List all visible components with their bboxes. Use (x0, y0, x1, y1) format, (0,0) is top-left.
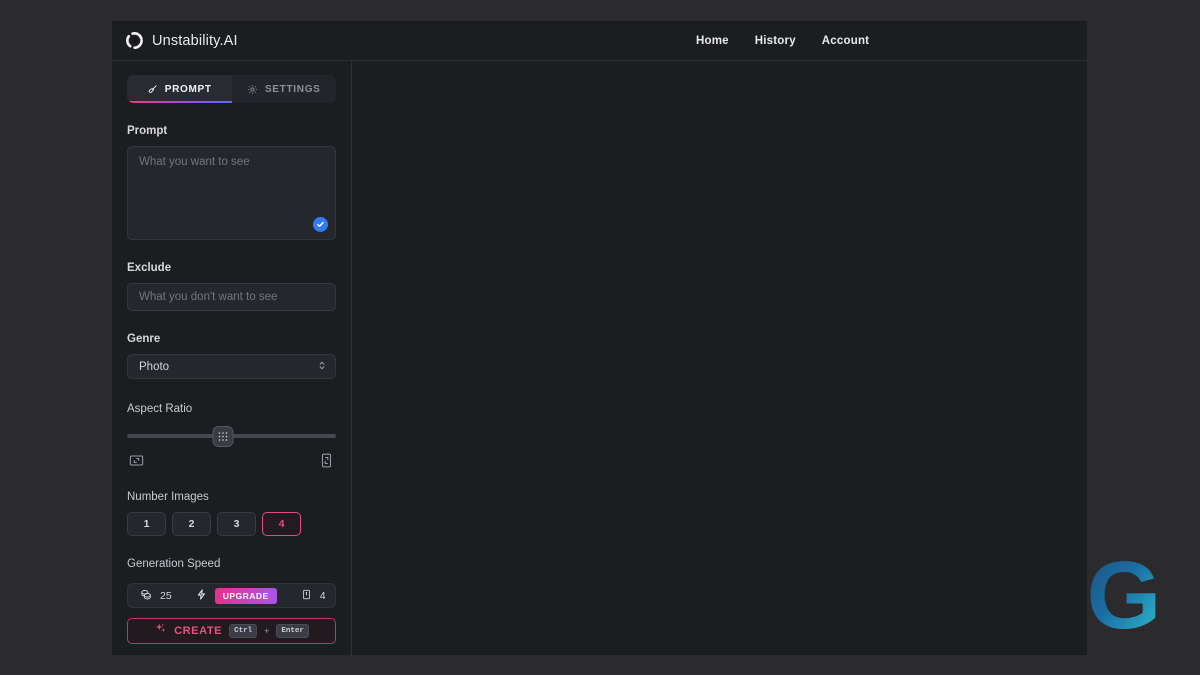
credits-value: 25 (160, 589, 172, 602)
watermark-letter: G (1087, 546, 1162, 649)
tab-settings[interactable]: SETTINGS (232, 75, 337, 103)
genre-label: Genre (127, 333, 161, 345)
shortcut-key-enter: Enter (276, 624, 309, 638)
create-button-label: CREATE (174, 625, 223, 637)
number-images-group: Number Images 1 2 3 4 (127, 491, 336, 536)
sparkles-icon (154, 622, 167, 640)
number-images-label: Number Images (127, 491, 209, 503)
aspect-ratio-endpoints (127, 453, 336, 473)
nav-link-account[interactable]: Account (822, 35, 869, 47)
image-canvas-area[interactable] (352, 61, 1087, 655)
exclude-field-group: Exclude What you don't want to see (127, 262, 336, 311)
card-icon (301, 587, 312, 605)
number-images-option-2[interactable]: 2 (172, 512, 211, 536)
number-images-option-1[interactable]: 1 (127, 512, 166, 536)
chevron-updown-icon (318, 358, 326, 376)
tab-prompt[interactable]: PROMPT (127, 75, 232, 103)
prompt-field-group: Prompt What you want to see (127, 125, 336, 240)
generation-speed-label: Generation Speed (127, 558, 221, 570)
shortcut-plus: + (264, 626, 270, 636)
genre-selected-value: Photo (139, 360, 170, 373)
app-window: Unstability.AI Home History Account PROM… (112, 21, 1087, 655)
watermark-logo: G (1087, 546, 1162, 649)
number-images-option-4[interactable]: 4 (262, 512, 301, 536)
prompt-label: Prompt (127, 125, 168, 137)
bottom-dock: 25 UPGRADE 4 CREATE Ctrl + Enter (112, 576, 351, 655)
app-header: Unstability.AI Home History Account (112, 21, 1087, 61)
aspect-ratio-group: Aspect Ratio (127, 403, 336, 473)
grid-dots-icon (218, 431, 228, 441)
aspect-ratio-slider[interactable] (127, 424, 336, 448)
cards-value: 4 (319, 589, 326, 602)
exclude-label: Exclude (127, 262, 172, 274)
genre-field-group: Genre Photo (127, 333, 336, 379)
panel-tab-bar: PROMPT SETTINGS (127, 75, 336, 103)
nav-link-history[interactable]: History (755, 35, 796, 47)
credits-cell[interactable]: 25 (128, 584, 184, 607)
prompt-placeholder: What you want to see (139, 156, 250, 168)
exclude-input[interactable]: What you don't want to see (127, 283, 336, 311)
cards-cell[interactable]: 4 (289, 584, 338, 607)
number-images-buttons: 1 2 3 4 (127, 512, 336, 536)
nav-link-home[interactable]: Home (696, 35, 729, 47)
bolt-icon (196, 587, 207, 605)
coins-icon (140, 587, 152, 605)
genre-select[interactable]: Photo (127, 354, 336, 379)
upgrade-badge[interactable]: UPGRADE (214, 587, 277, 604)
tab-settings-label: SETTINGS (264, 83, 321, 95)
landscape-icon[interactable] (129, 453, 144, 473)
brand[interactable]: Unstability.AI (126, 32, 238, 49)
exclude-placeholder: What you don't want to see (139, 291, 278, 303)
main-nav: Home History Account (696, 21, 869, 61)
portrait-icon[interactable] (319, 453, 334, 473)
shortcut-key-ctrl: Ctrl (229, 624, 258, 638)
aspect-ratio-label: Aspect Ratio (127, 403, 193, 415)
tab-prompt-label: PROMPT (164, 83, 212, 95)
check-circle-icon[interactable] (313, 217, 328, 232)
create-button[interactable]: CREATE Ctrl + Enter (127, 618, 336, 644)
brush-icon (147, 84, 158, 95)
slider-thumb[interactable] (212, 425, 234, 447)
status-bar: 25 UPGRADE 4 (127, 583, 336, 608)
prompt-input[interactable]: What you want to see (127, 146, 336, 240)
number-images-option-3[interactable]: 3 (217, 512, 256, 536)
brand-name: Unstability.AI (152, 32, 238, 49)
gear-icon (247, 84, 258, 95)
left-control-panel: PROMPT SETTINGS Prompt What you want to … (112, 61, 352, 655)
app-body: PROMPT SETTINGS Prompt What you want to … (112, 61, 1087, 655)
upgrade-cell[interactable]: UPGRADE (184, 584, 289, 607)
circle-loader-icon (126, 32, 143, 49)
